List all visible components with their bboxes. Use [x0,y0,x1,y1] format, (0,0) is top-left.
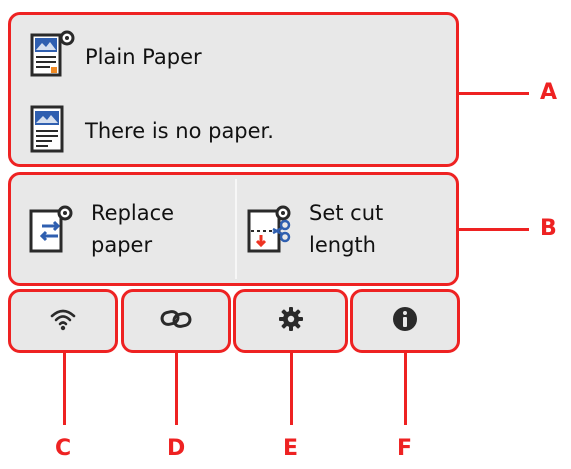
paper-status-row: There is no paper. [25,103,274,159]
paper-roll-icon [25,29,85,85]
replace-paper-line2: paper [91,233,153,257]
callout-label-b: B [540,216,557,241]
set-cut-length-button[interactable]: Set cut length [243,175,453,283]
callout-line-c [63,353,66,425]
replace-paper-button[interactable]: Replace paper [25,175,235,283]
paper-sheet-icon [25,103,85,159]
paper-type-label: Plain Paper [85,45,202,69]
info-icon [392,306,418,336]
callout-line-f [404,353,407,425]
info-button[interactable] [350,289,460,353]
callout-line-d [175,353,178,425]
cut-length-icon [243,201,303,257]
replace-paper-label: Replace paper [85,197,174,261]
callout-line-b [459,228,529,231]
set-cut-length-label: Set cut length [303,197,383,261]
replace-paper-line1: Replace [91,201,175,225]
callout-label-e: E [283,436,299,461]
callout-label-f: F [397,436,413,461]
paper-status-label: There is no paper. [85,119,274,143]
callout-label-a: A [540,80,558,105]
wifi-icon [49,307,77,335]
set-cut-length-line2: length [309,233,376,257]
wifi-button[interactable] [8,289,118,353]
callout-label-c: C [55,436,72,461]
set-cut-length-line1: Set cut [309,201,384,225]
gear-icon [278,306,304,336]
replace-paper-icon [25,201,85,257]
link-icon [159,307,193,335]
settings-button[interactable] [233,289,348,353]
paper-info-panel[interactable]: Plain Paper There is no paper. [8,12,459,167]
paper-type-row: Plain Paper [25,29,202,85]
action-divider [235,179,237,279]
link-button[interactable] [121,289,231,353]
callout-line-e [290,353,293,425]
callout-label-d: D [167,436,186,461]
actions-panel: Replace paper Set cut length [8,172,459,286]
callout-line-a [459,92,529,95]
